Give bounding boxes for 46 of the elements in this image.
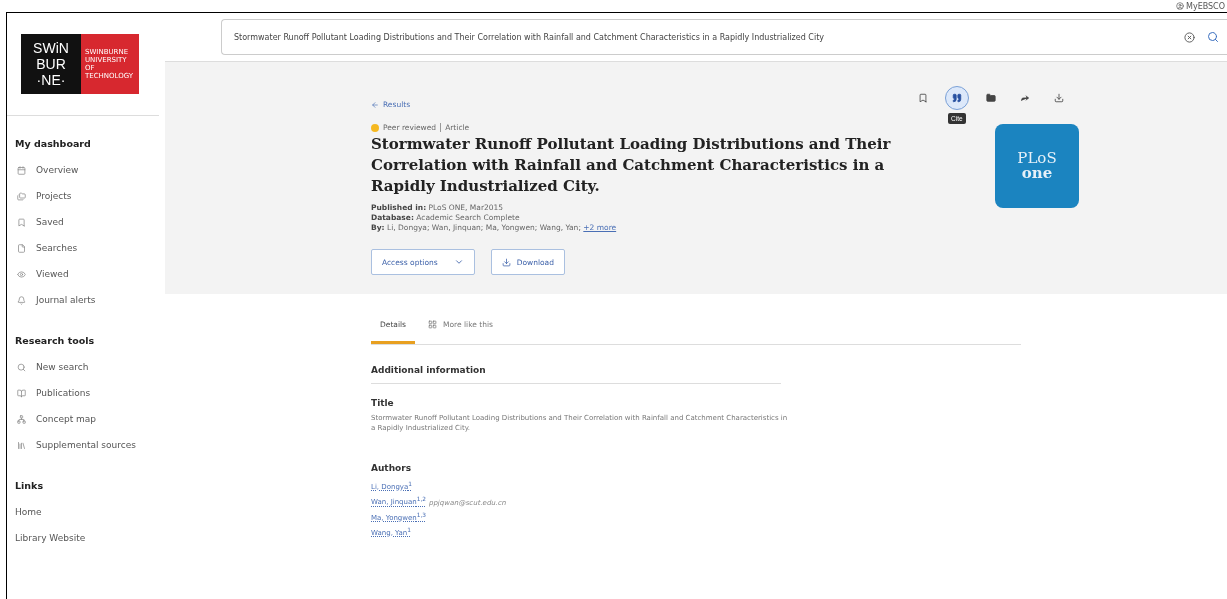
share-icon — [1020, 93, 1030, 103]
eye-icon — [17, 269, 26, 279]
bookmark-icon — [17, 217, 26, 227]
download-icon — [501, 257, 511, 267]
sidebar-link[interactable]: Home — [7, 499, 165, 525]
search-field[interactable]: Stormwater Runoff Pollutant Loading Distributions and Their Correlation with Rainfall and Catchment Characteristics in a Rapidly Industrialized City — [221, 19, 1227, 55]
sidebar-heading: Links — [15, 480, 45, 491]
sidebar-item[interactable]: New search — [7, 354, 165, 380]
calendar-icon — [17, 165, 26, 175]
search-input[interactable]: Stormwater Runoff Pollutant Loading Distributions and Their Correlation with Rainfall and Catchment Characteristics in a Rapidly Industrialized City — [232, 31, 1172, 43]
sidebar-item[interactable]: Overview — [7, 157, 165, 183]
article-title: Stormwater Runoff Pollutant Loading Distributions and Their Correlation with Rainfall and Catchment Characteristics in a Rapidly Industrialized City. — [371, 134, 892, 197]
sidebar-item[interactable]: Saved — [7, 209, 165, 235]
grid-icon — [428, 320, 437, 329]
sidebar-heading: My dashboard — [15, 138, 92, 149]
folder-icon — [986, 93, 996, 103]
search-icon[interactable] — [1207, 31, 1219, 43]
sidebar-item[interactable]: Projects — [7, 183, 165, 209]
section-heading: Additional information — [371, 365, 781, 384]
account-icon — [1176, 2, 1184, 10]
chevron-icon — [453, 257, 464, 267]
sidebar-item[interactable]: Viewed — [7, 261, 165, 287]
download-icon — [1054, 93, 1064, 103]
sidebar-item[interactable]: Publications — [7, 380, 165, 406]
network-icon — [17, 414, 26, 424]
sidebar-item[interactable]: Searches — [7, 235, 165, 261]
quote-icon — [952, 93, 962, 103]
file-icon — [17, 243, 26, 253]
bell-icon — [17, 295, 26, 305]
arrow-left-icon — [371, 100, 379, 109]
sidebar-link[interactable]: Library Website — [7, 525, 165, 551]
field-label: Authors — [371, 463, 413, 473]
sidebar-heading: Research tools — [15, 335, 96, 346]
peer-reviewed-icon — [371, 123, 379, 132]
library-icon — [17, 440, 26, 450]
account-link[interactable]: MyEBSCO — [1186, 1, 1225, 11]
bookmark-icon — [918, 93, 928, 103]
folders-icon — [17, 191, 26, 201]
book-icon — [17, 388, 26, 398]
sidebar-item[interactable]: Concept map — [7, 406, 165, 432]
field-label: Title — [371, 398, 395, 408]
sidebar-item[interactable]: Supplemental sources — [7, 432, 165, 458]
clear-icon[interactable] — [1184, 31, 1195, 43]
journal-logo: PLoS one — [995, 124, 1079, 208]
sidebar-item[interactable]: Journal alerts — [7, 287, 165, 313]
search-icon — [17, 362, 26, 372]
